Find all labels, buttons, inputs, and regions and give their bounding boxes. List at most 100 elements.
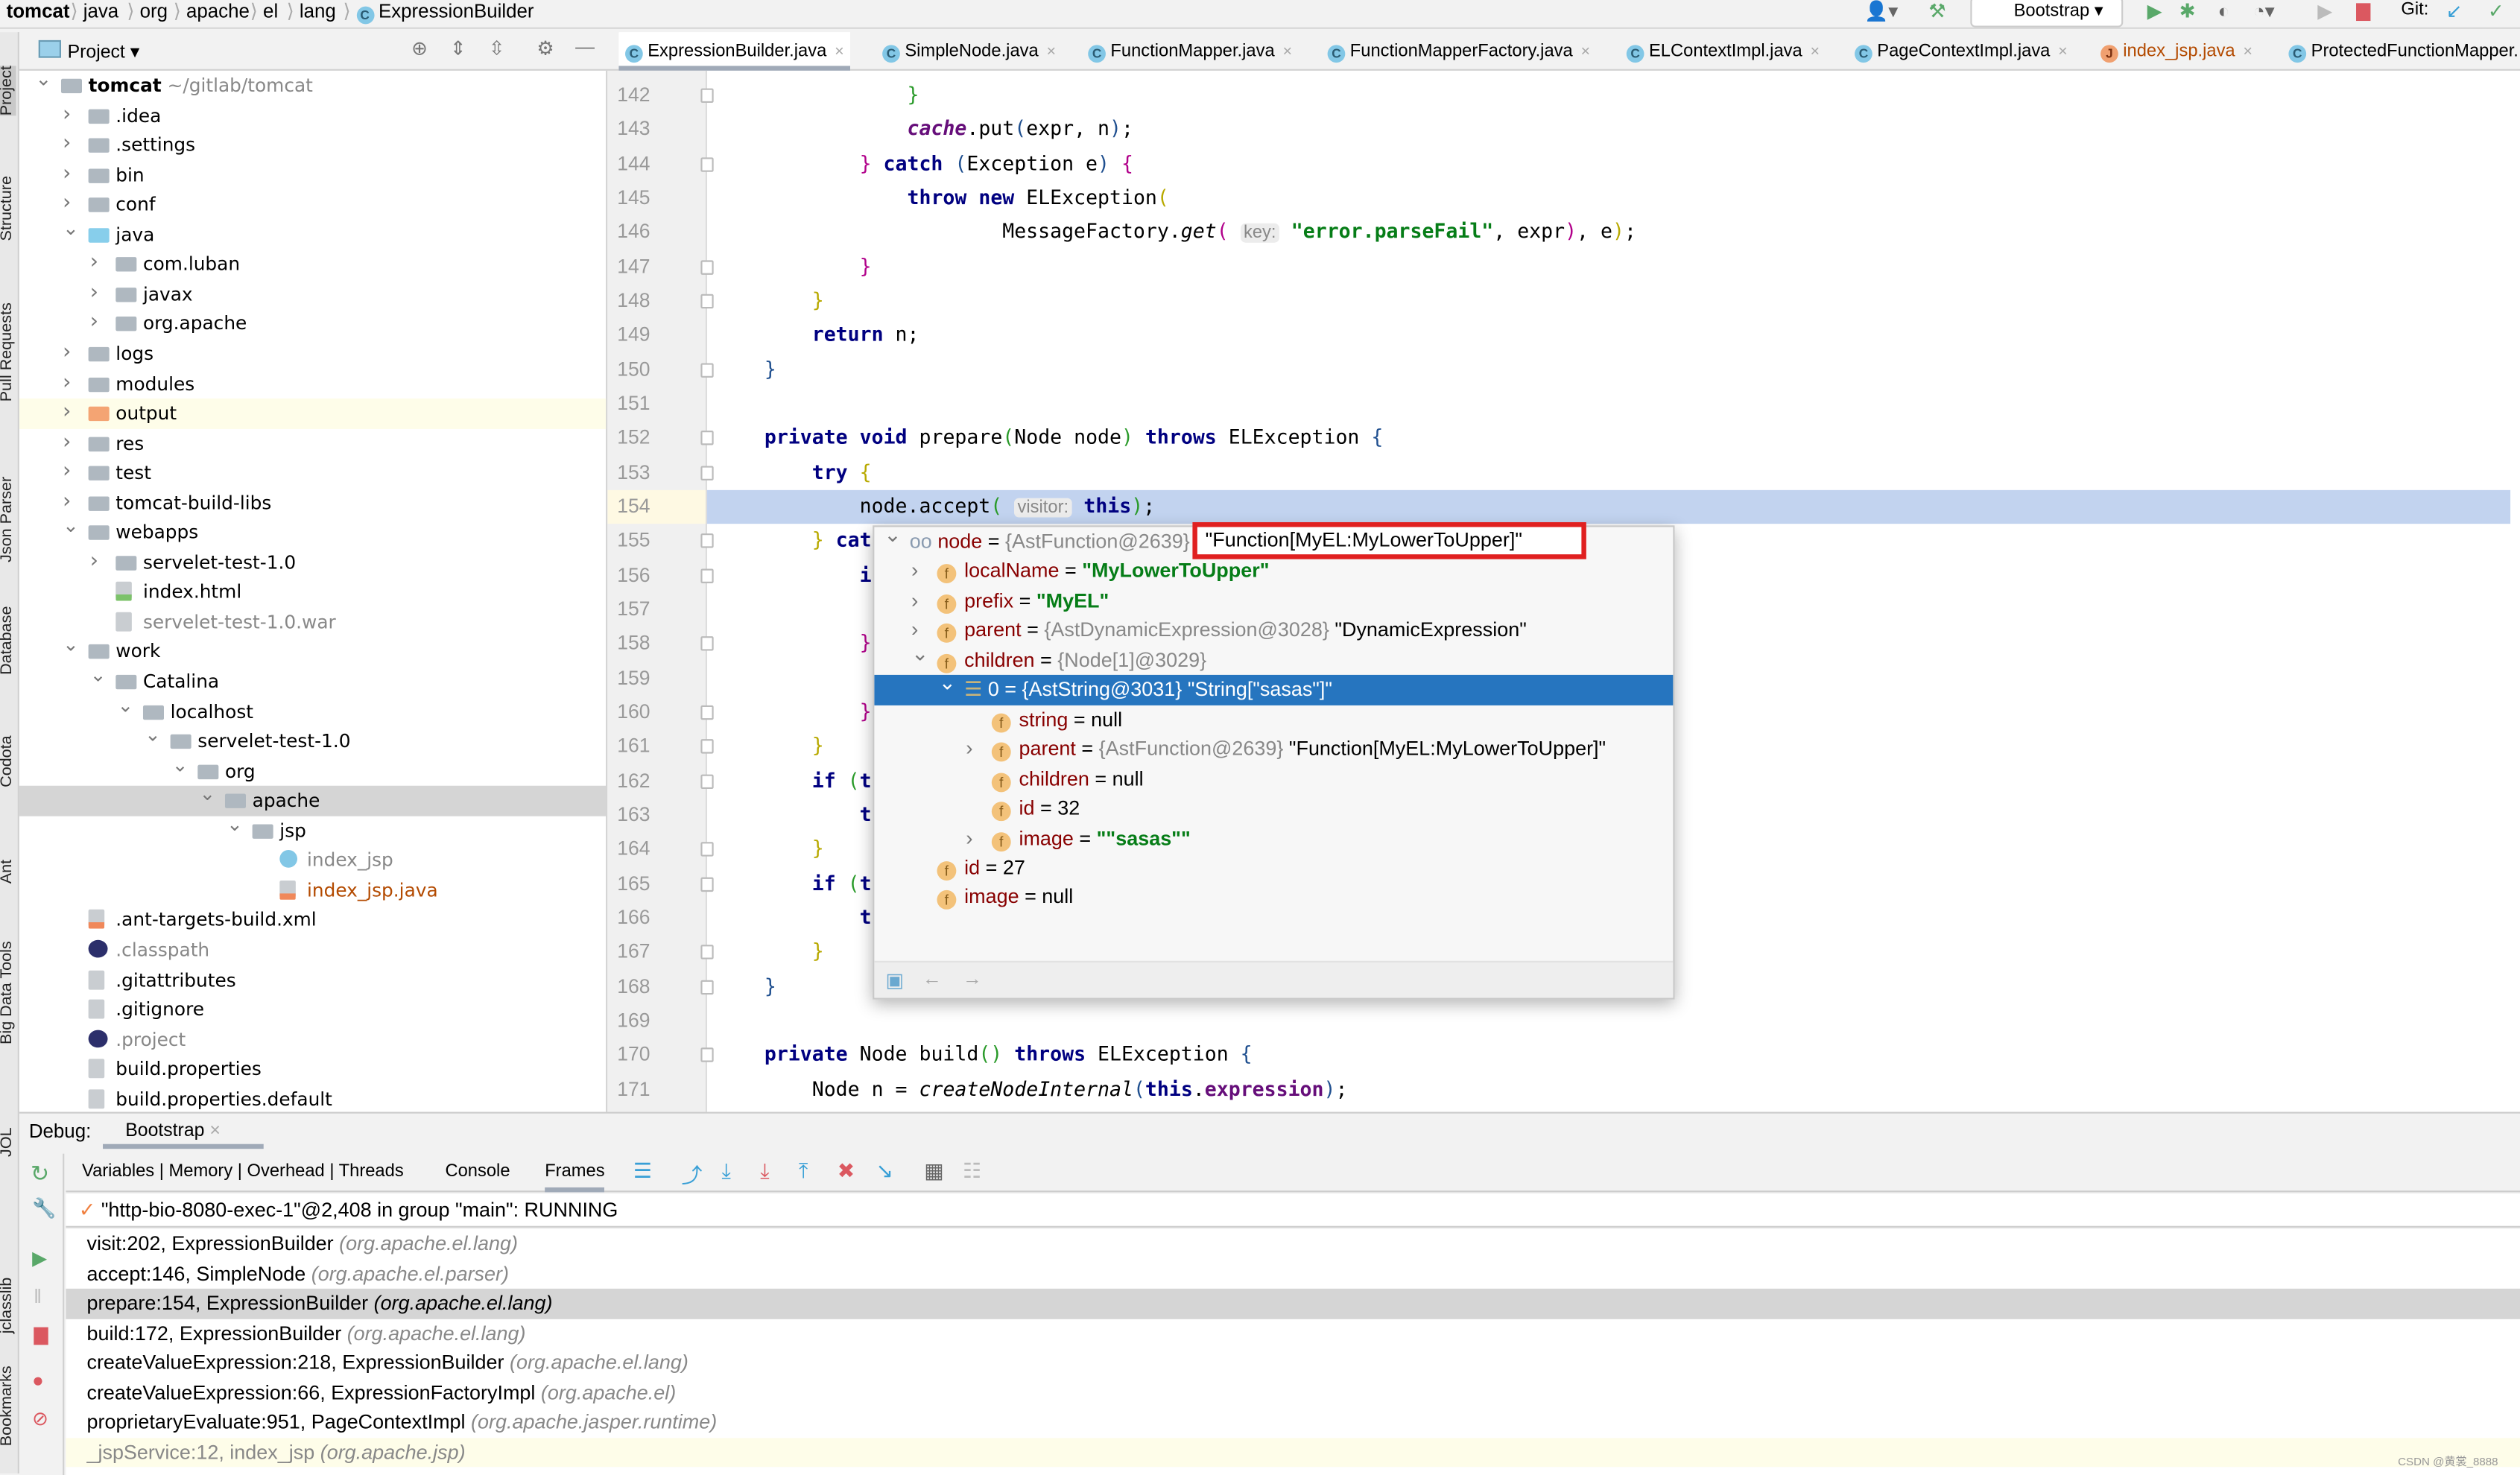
variable-row[interactable]: ⌄ ☰ 0 = {AstString@3031} "String["sasas"]… — [874, 670, 1674, 705]
breadcrumb-item[interactable]: tomcat — [7, 0, 70, 22]
tree-item[interactable]: › conf — [19, 190, 606, 220]
close-tab-icon[interactable]: × — [2058, 43, 2068, 61]
drop-frame-icon[interactable]: ✖ — [838, 1158, 855, 1184]
tab-simplenode-java[interactable]: C SimpleNode.java × — [876, 32, 1063, 71]
chevron-right-icon[interactable]: › — [63, 339, 71, 369]
fold-marker-icon[interactable] — [700, 842, 714, 857]
tree-item[interactable]: ⌄ servelet-test-1.0 — [19, 723, 606, 756]
tool-window-codota[interactable]: Codota — [0, 735, 16, 787]
tool-window-bookmarks[interactable]: Bookmarks — [0, 1365, 16, 1446]
tree-item[interactable]: › org.apache — [19, 309, 606, 339]
fold-marker-icon[interactable] — [700, 876, 714, 892]
tree-item[interactable]: › test — [19, 458, 606, 488]
fold-marker-icon[interactable] — [700, 465, 714, 480]
tree-item[interactable]: ⌄ org — [19, 753, 606, 786]
tool-window-big-data-tools[interactable]: Big Data Tools — [0, 941, 16, 1044]
coverage-icon[interactable]: ◐ — [2218, 0, 2230, 22]
chevron-right-icon[interactable]: › — [63, 458, 71, 488]
tool-window-database[interactable]: Database — [0, 606, 16, 675]
breadcrumb-item[interactable]: el — [263, 0, 278, 22]
evaluate-expression-icon[interactable]: ▦ — [924, 1158, 944, 1184]
variable-row[interactable]: › f prefix = "MyEL" — [874, 586, 1673, 616]
layout-icon[interactable]: ☰ — [633, 1158, 652, 1184]
variable-row[interactable]: › f localName = "MyLowerToUpper" — [874, 556, 1673, 586]
fold-marker-icon[interactable] — [700, 88, 714, 104]
chevron-right-icon[interactable]: › — [90, 309, 98, 339]
tab-pagecontextimpl-java[interactable]: C PageContextImpl.java × — [1848, 32, 2074, 71]
fold-marker-icon[interactable] — [700, 568, 714, 583]
tree-item[interactable]: .ant-targets-build.xml — [19, 905, 606, 935]
tree-item[interactable]: .classpath — [19, 935, 606, 965]
variable-row[interactable]: f id = 32 — [874, 794, 1673, 824]
tree-item[interactable]: index.html — [19, 577, 606, 607]
trace-icon[interactable]: ☷ — [963, 1158, 981, 1184]
fold-marker-icon[interactable] — [700, 259, 714, 275]
chevron-right-icon[interactable]: › — [63, 130, 71, 160]
back-arrow-icon[interactable]: ← — [922, 967, 942, 989]
chevron-right-icon[interactable]: › — [90, 548, 98, 577]
tree-item[interactable]: ⌄ jsp — [19, 813, 606, 846]
close-tab-icon[interactable]: × — [2243, 43, 2253, 61]
chevron-right-icon[interactable]: › — [911, 556, 918, 586]
tree-item[interactable]: › logs — [19, 339, 606, 369]
breadcrumb-item[interactable]: org — [140, 0, 168, 22]
variable-row[interactable]: f string = null — [874, 705, 1673, 735]
stop-icon[interactable] — [2356, 3, 2371, 22]
chevron-right-icon[interactable]: › — [90, 279, 98, 309]
step-over-icon[interactable]: ⤓ — [721, 1158, 730, 1184]
tab-functionmapperfactory-java[interactable]: C FunctionMapperFactory.java × — [1321, 32, 1597, 71]
chevron-right-icon[interactable]: › — [966, 823, 972, 853]
variable-row[interactable]: › f parent = {AstFunction@2639} "Function[… — [874, 735, 1673, 764]
tree-item[interactable]: build.properties — [19, 1054, 606, 1084]
stop-icon[interactable] — [34, 1327, 48, 1345]
chevron-down-icon[interactable]: ⌄ — [884, 527, 902, 550]
tab-expressionbuilder-java[interactable]: C ExpressionBuilder.java × — [618, 32, 851, 71]
breadcrumb-item[interactable]: java — [83, 0, 118, 22]
tree-item[interactable]: › javax — [19, 279, 606, 309]
tab-frames[interactable]: Frames — [545, 1161, 605, 1193]
tree-item[interactable]: ⌄ work — [19, 634, 606, 667]
fold-marker-icon[interactable] — [700, 156, 714, 172]
chevron-right-icon[interactable]: › — [63, 101, 71, 130]
chevron-right-icon[interactable]: › — [63, 399, 71, 428]
tree-item[interactable]: › tomcat-build-libs — [19, 488, 606, 518]
tree-item[interactable]: › com.luban — [19, 250, 606, 279]
close-tab-icon[interactable]: × — [835, 43, 844, 61]
tool-window-jclasslib[interactable]: jclasslib — [0, 1278, 16, 1334]
chevron-down-icon[interactable]: ⌄ — [227, 810, 243, 840]
tab-index-jsp-java[interactable]: Jindex_jsp.java × — [2094, 32, 2258, 71]
wrench-icon[interactable]: 🔧 — [32, 1197, 56, 1219]
tab-console[interactable]: Console — [445, 1161, 510, 1181]
close-icon[interactable]: × — [209, 1122, 220, 1141]
show-execution-point-icon[interactable]: ⤴ — [682, 1158, 703, 1189]
chevron-right-icon[interactable]: › — [63, 160, 71, 190]
tab-elcontextimpl-java[interactable]: C ELContextImpl.java × — [1620, 32, 1826, 71]
chevron-down-icon[interactable]: ⌄ — [63, 213, 79, 243]
chevron-down-icon[interactable]: ⌄ — [35, 71, 51, 94]
step-out-icon[interactable]: ⤒ — [799, 1158, 808, 1184]
tool-window-json-parser[interactable]: Json Parser — [0, 477, 16, 562]
open-in-watch-icon[interactable]: ▣ — [885, 969, 903, 992]
fold-marker-icon[interactable] — [700, 294, 714, 309]
pause-icon[interactable]: ‖ — [34, 1286, 42, 1308]
tool-window-structure[interactable]: Structure — [0, 176, 16, 241]
tree-item[interactable]: index_jsp — [19, 846, 606, 875]
variable-row[interactable]: f image = null — [874, 883, 1673, 913]
profile-icon[interactable]: ◔▾ — [2253, 0, 2275, 22]
tab-protectedfunctionmapper-[interactable]: C ProtectedFunctionMapper... — [2282, 32, 2520, 71]
tree-item[interactable]: › servelet-test-1.0 — [19, 548, 606, 577]
frame-row[interactable]: accept:146, SimpleNode (org.apache.el.pa… — [66, 1259, 2520, 1289]
tool-window-project[interactable]: Project — [0, 66, 16, 116]
frame-row[interactable]: build:172, ExpressionBuilder (org.apache… — [66, 1319, 2520, 1348]
tool-window-pull-requests[interactable]: Pull Requests — [0, 302, 16, 402]
frame-row[interactable]: visit:202, ExpressionBuilder (org.apache… — [66, 1229, 2520, 1259]
locate-icon[interactable]: ⊕ — [411, 37, 428, 60]
run-icon[interactable]: ▶ — [2147, 0, 2162, 22]
chevron-down-icon[interactable]: ⌄ — [911, 639, 929, 669]
variable-row[interactable]: ⌄ f children = {Node[1]@3029} — [874, 641, 1673, 676]
tree-item[interactable]: .gitignore — [19, 995, 606, 1024]
chevron-down-icon[interactable]: ⌄ — [63, 511, 79, 541]
tree-item[interactable]: ⌄ apache — [19, 783, 607, 816]
fold-marker-icon[interactable] — [700, 1047, 714, 1063]
fold-marker-icon[interactable] — [700, 533, 714, 549]
